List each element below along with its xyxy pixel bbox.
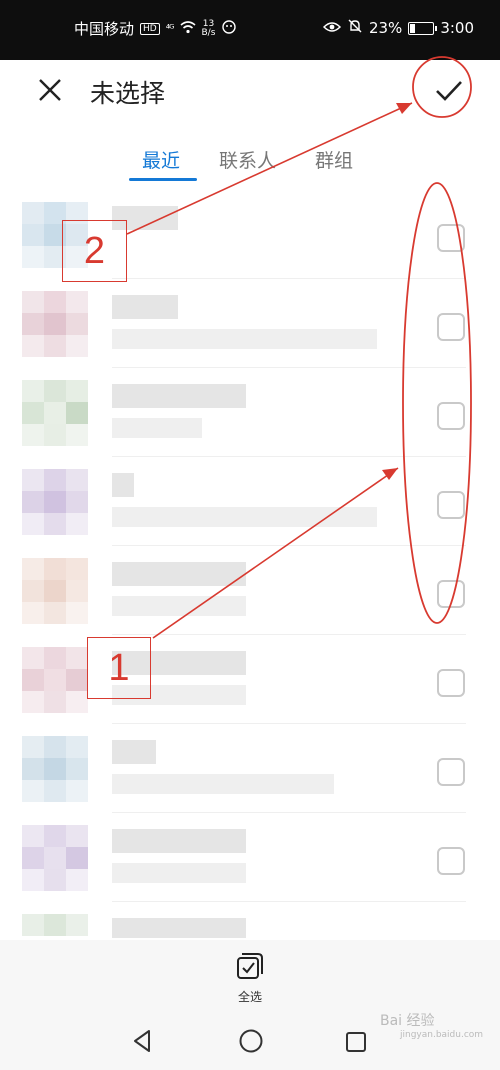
page-title: 未选择 [90, 79, 166, 108]
hd-icon: HD [140, 22, 160, 35]
avatar [22, 736, 88, 802]
row-checkbox[interactable] [437, 402, 465, 430]
contact-detail-blurred [112, 774, 334, 794]
watermark-text: Bai 经验 [380, 1013, 435, 1029]
annotation-label-2: 2 [62, 220, 127, 282]
contact-detail-blurred [112, 418, 202, 438]
bottom-action-bar: 全选 [0, 940, 500, 1010]
network-speed: 13 B/s [201, 18, 216, 38]
recents-square-icon [346, 1032, 366, 1052]
status-right: 23% 3:00 [322, 18, 474, 38]
header-bar: 未选择 [0, 60, 500, 124]
row-checkbox[interactable] [437, 669, 465, 697]
row-checkbox[interactable] [437, 847, 465, 875]
tab-bar: 最近 联系人 群组 [0, 138, 500, 182]
contact-name-blurred [112, 562, 246, 586]
select-all-label: 全选 [237, 990, 262, 1004]
status-left: 中国移动 HD ⁴ᴳ 13 B/s [74, 18, 237, 39]
list-item[interactable] [0, 546, 500, 635]
watermark: Bai 经验 jingyan.baidu.com [380, 1010, 484, 1040]
avatar [22, 558, 88, 624]
active-tab-indicator [129, 178, 197, 181]
watermark-url: jingyan.baidu.com [400, 1030, 484, 1040]
carrier-name: 中国移动 [74, 20, 135, 38]
contact-detail-blurred [112, 507, 377, 527]
list-item[interactable] [0, 279, 500, 368]
status-bar: 中国移动 HD ⁴ᴳ 13 B/s 23% 3:00 [0, 0, 500, 60]
contact-name-blurred [112, 918, 246, 938]
wifi-icon [179, 20, 196, 38]
select-all-icon [237, 953, 263, 979]
list-item[interactable] [0, 902, 500, 940]
select-all-button[interactable] [236, 952, 264, 980]
contact-name-blurred [112, 384, 246, 408]
row-checkbox[interactable] [437, 758, 465, 786]
list-item[interactable] [0, 635, 500, 724]
row-checkbox[interactable] [437, 224, 465, 252]
tab-contacts[interactable]: 联系人 [219, 146, 276, 173]
close-button[interactable] [36, 76, 64, 104]
row-checkbox[interactable] [437, 580, 465, 608]
list-item[interactable] [0, 813, 500, 902]
annotation-label-1: 1 [87, 637, 151, 699]
list-item[interactable] [0, 368, 500, 457]
avatar [22, 914, 88, 940]
row-checkbox[interactable] [437, 491, 465, 519]
avatar [22, 647, 88, 713]
contact-name-blurred [112, 473, 134, 497]
battery-icon [408, 21, 438, 35]
close-icon [39, 79, 61, 101]
back-triangle-icon [134, 1030, 150, 1052]
avatar [22, 380, 88, 446]
avatar [22, 825, 88, 891]
notification-icon [221, 19, 237, 39]
list-item[interactable] [0, 724, 500, 813]
contact-name-blurred [112, 829, 246, 853]
contact-detail-blurred [112, 329, 377, 349]
tab-recent[interactable]: 最近 [142, 146, 180, 173]
eye-icon [322, 19, 342, 37]
battery-level: 23% [368, 19, 403, 37]
signal-icon: ⁴ᴳ [165, 22, 175, 35]
clock: 3:00 [440, 19, 474, 37]
nav-home-button[interactable] [238, 1028, 264, 1054]
tab-groups[interactable]: 群组 [315, 146, 353, 173]
checkmark-icon [436, 81, 462, 101]
confirm-button[interactable] [432, 74, 466, 108]
contact-name-blurred [112, 295, 178, 319]
home-circle-icon [239, 1029, 263, 1053]
contact-name-blurred [112, 740, 156, 764]
nav-back-button[interactable] [130, 1028, 156, 1054]
nav-recents-button[interactable] [344, 1030, 368, 1054]
row-checkbox[interactable] [437, 313, 465, 341]
contact-detail-blurred [112, 596, 246, 616]
contact-detail-blurred [112, 863, 246, 883]
mute-icon [347, 18, 363, 38]
list-item[interactable] [0, 457, 500, 546]
avatar [22, 291, 88, 357]
avatar [22, 469, 88, 535]
